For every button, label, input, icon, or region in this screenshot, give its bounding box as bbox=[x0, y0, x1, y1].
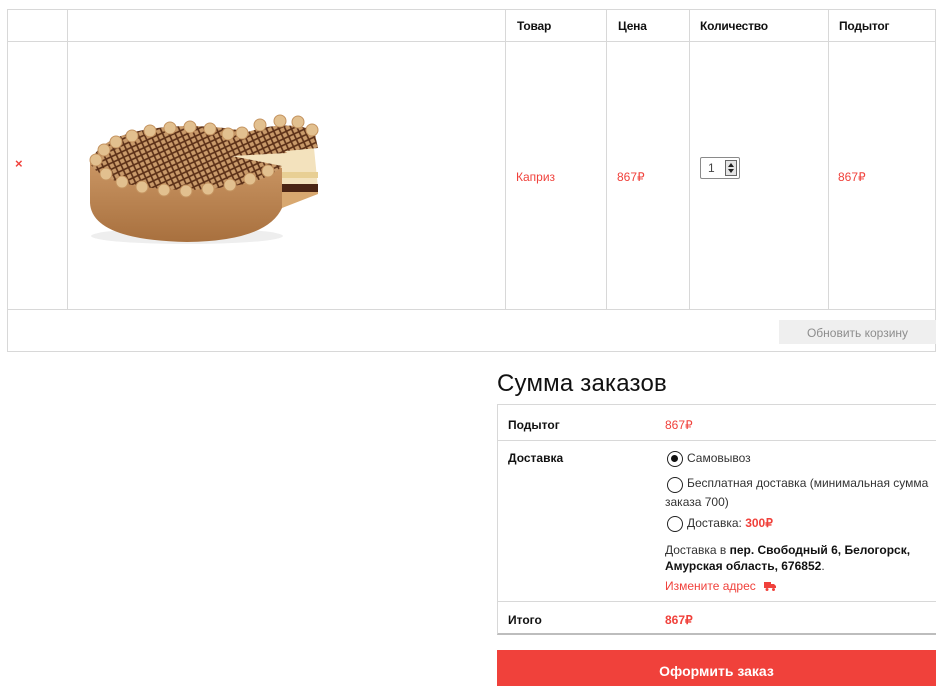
shipping-free-label-cont[interactable]: заказа 700) bbox=[665, 495, 729, 509]
product-price: 867₽ bbox=[617, 170, 645, 184]
quantity-spinner[interactable] bbox=[725, 160, 737, 176]
column-header-price: Цена bbox=[618, 19, 647, 33]
shipping-delivery-text: Доставка: bbox=[687, 516, 746, 530]
column-divider bbox=[67, 10, 68, 310]
column-divider bbox=[606, 10, 607, 310]
product-image-cake[interactable] bbox=[82, 108, 332, 248]
update-cart-button[interactable]: Обновить корзину bbox=[779, 320, 936, 344]
row-divider bbox=[498, 440, 936, 441]
truck-icon bbox=[764, 582, 777, 591]
address-prefix: Доставка в bbox=[665, 543, 730, 557]
shipping-free-label[interactable]: Бесплатная доставка (минимальная сумма bbox=[687, 476, 928, 490]
column-divider bbox=[505, 10, 506, 310]
shipping-delivery-label[interactable]: Доставка: 300₽ bbox=[687, 516, 773, 530]
total-value: 867₽ bbox=[665, 613, 693, 627]
shipping-free-radio[interactable] bbox=[667, 477, 683, 493]
column-divider bbox=[828, 10, 829, 310]
checkout-button[interactable]: Оформить заказ bbox=[497, 650, 936, 686]
chevron-up-icon[interactable] bbox=[728, 163, 734, 167]
quantity-stepper[interactable]: 1 bbox=[700, 157, 740, 179]
shipping-pickup-radio[interactable] bbox=[667, 451, 683, 467]
shipping-delivery-radio[interactable] bbox=[667, 516, 683, 532]
remove-item-button[interactable]: × bbox=[15, 157, 25, 170]
cart-totals-table: Подытог 867₽ Доставка Самовывоз Бесплатн… bbox=[497, 404, 936, 635]
column-header-quantity: Количество bbox=[700, 19, 768, 33]
quantity-value: 1 bbox=[708, 161, 715, 175]
column-header-product: Товар bbox=[517, 19, 552, 33]
address-suffix: . bbox=[821, 559, 825, 573]
cart-totals-title: Сумма заказов bbox=[497, 370, 667, 397]
product-name-link[interactable]: Каприз bbox=[516, 170, 555, 184]
chevron-down-icon[interactable] bbox=[728, 169, 734, 173]
shipping-label: Доставка bbox=[508, 451, 564, 465]
shipping-pickup-label[interactable]: Самовывоз bbox=[687, 451, 751, 465]
cart-table-header bbox=[8, 10, 935, 42]
column-header-subtotal: Подытог bbox=[839, 19, 890, 33]
shipping-address: Доставка в пер. Свободный 6, Белогорск, … bbox=[665, 542, 933, 574]
shipping-delivery-price: 300₽ bbox=[745, 516, 773, 530]
subtotal-value: 867₽ bbox=[665, 418, 693, 432]
product-subtotal: 867₽ bbox=[838, 170, 866, 184]
total-label: Итого bbox=[508, 613, 542, 627]
change-address-label: Измените адрес bbox=[665, 579, 756, 593]
subtotal-label: Подытог bbox=[508, 418, 560, 432]
row-divider bbox=[498, 601, 936, 602]
change-address-link[interactable]: Измените адрес bbox=[665, 579, 777, 593]
column-divider bbox=[689, 10, 690, 310]
